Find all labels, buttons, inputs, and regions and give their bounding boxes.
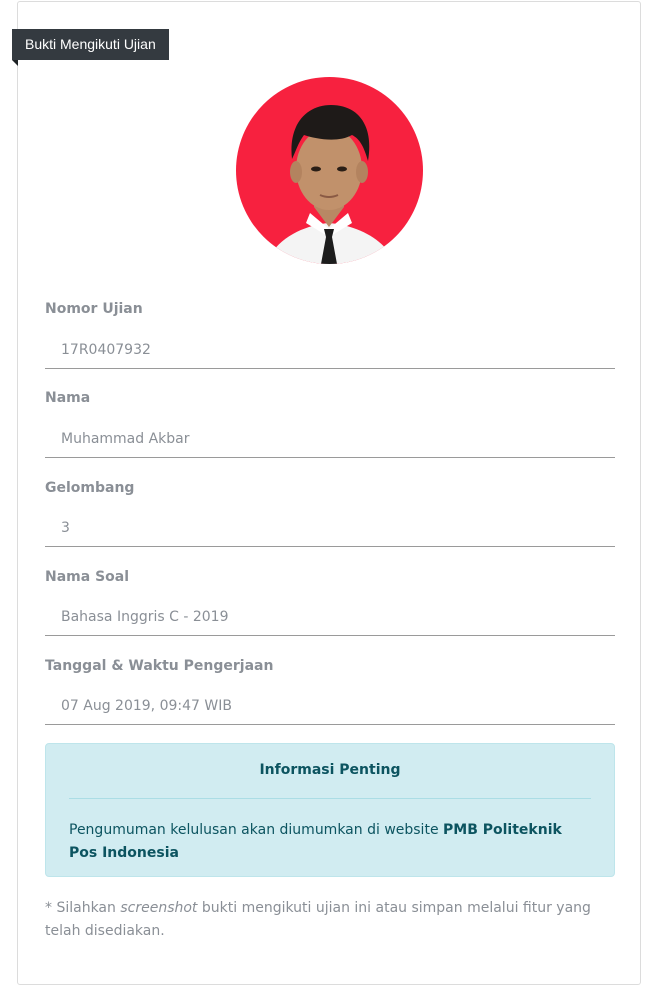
name-value: Muhammad Akbar (45, 421, 615, 458)
avatar (236, 77, 423, 264)
wave-label: Gelombang (45, 480, 135, 496)
exam-number-value: 17R0407932 (45, 332, 615, 369)
question-set-label: Nama Soal (45, 569, 130, 585)
ribbon-title: Bukti Mengikuti Ujian (12, 29, 169, 60)
ribbon-fold (12, 60, 18, 66)
alert-divider (69, 798, 591, 799)
alert-title: Informasi Penting (259, 762, 401, 778)
exam-number-label: Nomor Ujian (45, 301, 143, 317)
note-prefix: * Silahkan (45, 900, 121, 916)
name-label: Nama (45, 390, 91, 406)
exam-datetime-label: Tanggal & Waktu Pengerjaan (45, 658, 274, 674)
alert-body-text: Pengumuman kelulusan akan diumumkan di w… (69, 822, 444, 838)
question-set-value: Bahasa Inggris C - 2019 (45, 599, 615, 636)
wave-value: 3 (45, 510, 615, 547)
important-info-alert: Informasi Penting Pengumuman kelulusan a… (45, 743, 615, 877)
alert-body: Pengumuman kelulusan akan diumumkan di w… (69, 819, 591, 865)
exam-datetime-value: 07 Aug 2019, 09:47 WIB (45, 688, 615, 725)
screenshot-note: * Silahkan screenshot bukti mengikuti uj… (45, 897, 610, 943)
participant-photo (236, 77, 423, 264)
note-italic: screenshot (120, 900, 198, 916)
